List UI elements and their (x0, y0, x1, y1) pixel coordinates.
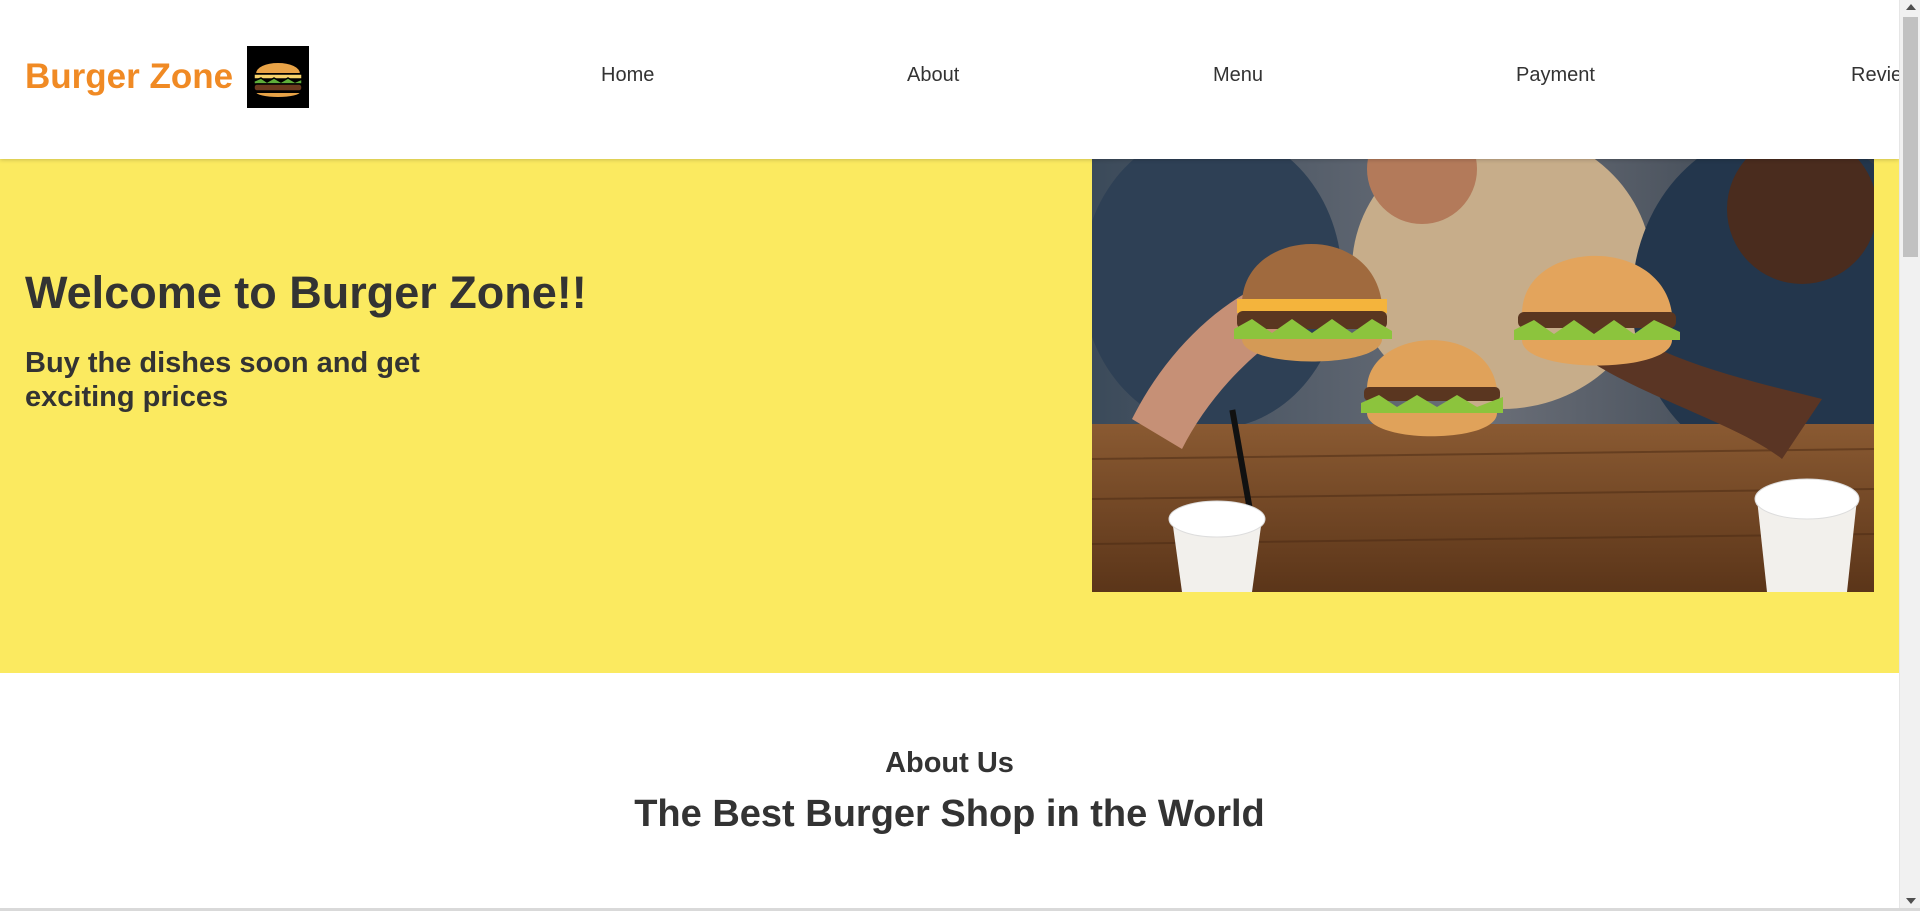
hero-section: Welcome to Burger Zone!! Buy the dishes … (0, 159, 1899, 673)
brand[interactable]: Burger Zone (25, 46, 310, 108)
page-viewport: Burger Zone Home About Menu Payment Revi… (0, 0, 1899, 908)
scroll-down-icon[interactable] (1906, 898, 1916, 904)
hero-photo (1092, 159, 1874, 592)
nav-menu[interactable]: Menu (1213, 64, 1263, 87)
vertical-scrollbar[interactable] (1899, 0, 1920, 908)
scroll-up-icon[interactable] (1906, 4, 1916, 10)
burger-icon (247, 46, 310, 108)
nav-review[interactable]: Revie (1851, 64, 1899, 87)
about-title: About Us (885, 747, 1014, 779)
hero-subtitle: Buy the dishes soon and get exciting pri… (25, 347, 420, 413)
nav-home[interactable]: Home (601, 64, 654, 87)
brand-name[interactable]: Burger Zone (25, 46, 233, 108)
nav-about[interactable]: About (907, 64, 959, 87)
hero-title: Welcome to Burger Zone!! (25, 267, 587, 318)
scroll-thumb[interactable] (1903, 17, 1918, 257)
nav-payment[interactable]: Payment (1516, 64, 1595, 87)
about-heading: The Best Burger Shop in the World (634, 793, 1265, 835)
site-header: Burger Zone Home About Menu Payment Revi… (0, 0, 1899, 159)
